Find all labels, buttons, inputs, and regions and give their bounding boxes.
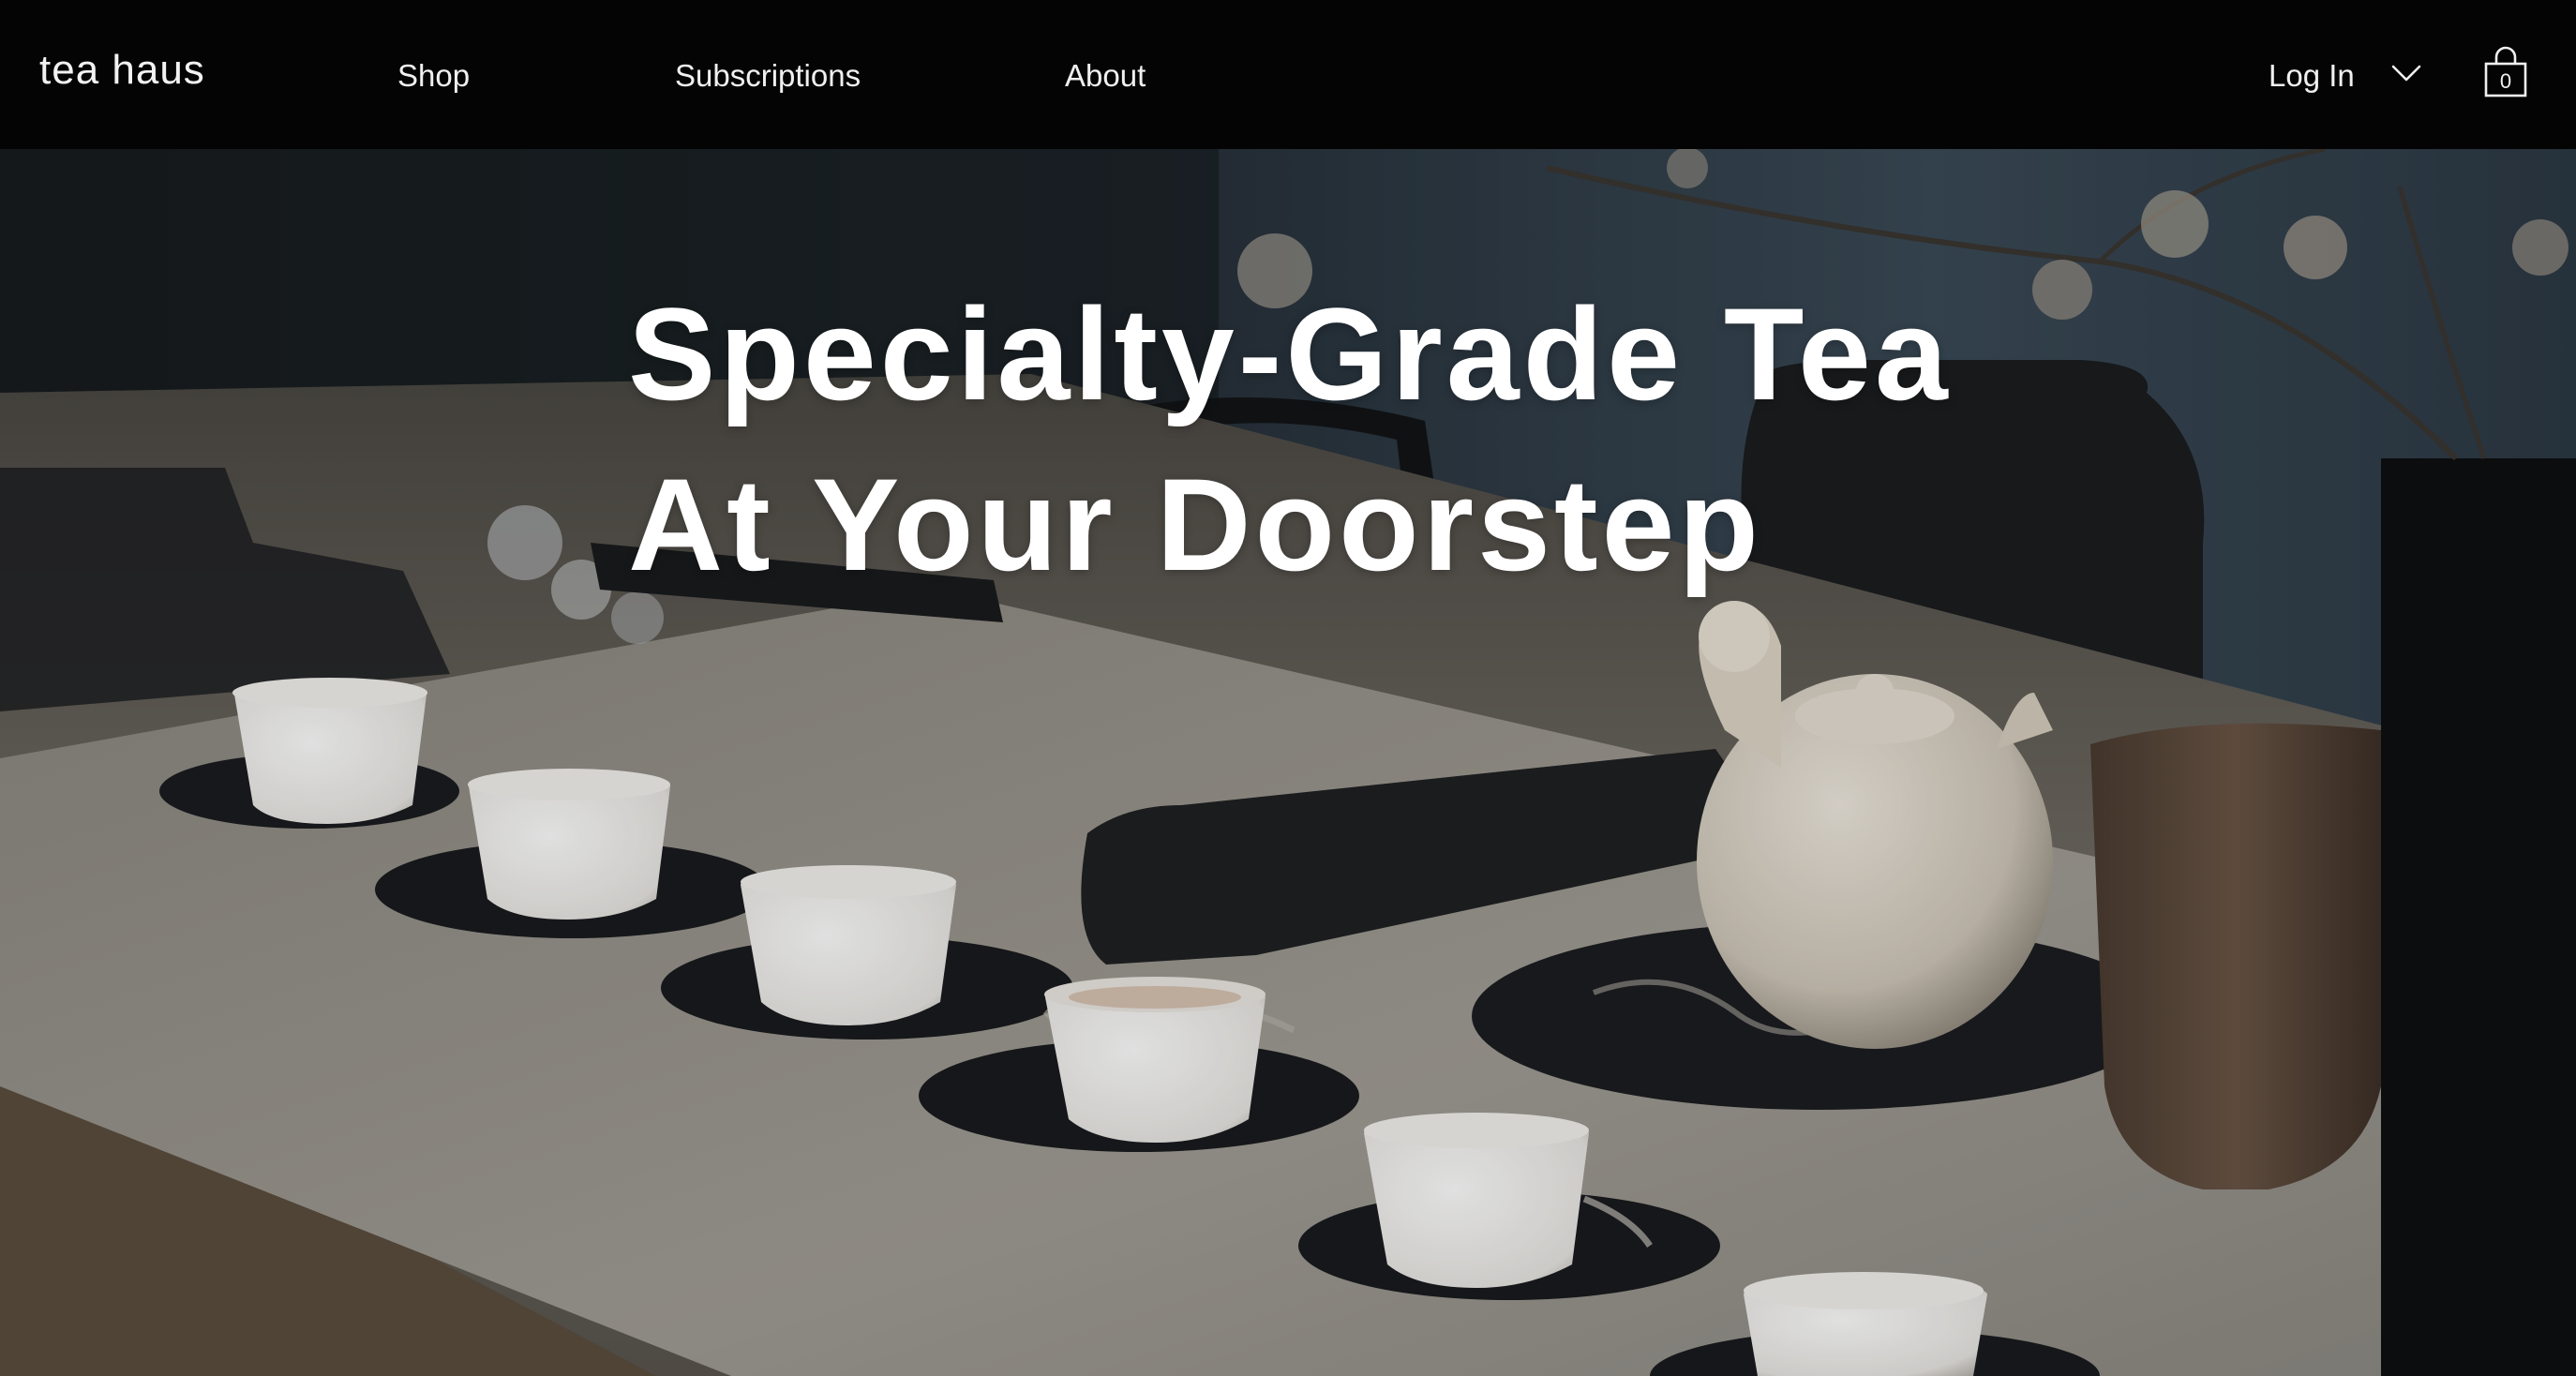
cart-button[interactable]: 0 [2482, 45, 2529, 99]
hero-title: Specialty-Grade Tea At Your Doorstep [628, 269, 1952, 610]
brand-logo[interactable]: tea haus [39, 47, 205, 94]
cart-count-badge: 0 [2499, 69, 2512, 93]
site-header: tea haus Shop Subscriptions About Log In… [0, 0, 2576, 149]
nav-link-shop[interactable]: Shop [397, 58, 470, 94]
hero-title-line-1: Specialty-Grade Tea [628, 280, 1952, 427]
chevron-down-icon[interactable] [2390, 62, 2422, 84]
nav-link-subscriptions[interactable]: Subscriptions [675, 58, 861, 94]
login-button[interactable]: Log In [2269, 58, 2355, 94]
hero-title-line-2: At Your Doorstep [628, 451, 1762, 598]
page: tea haus Shop Subscriptions About Log In… [0, 0, 2576, 1376]
nav-link-about[interactable]: About [1065, 58, 1146, 94]
hero-section: Specialty-Grade Tea At Your Doorstep [0, 149, 2576, 1376]
